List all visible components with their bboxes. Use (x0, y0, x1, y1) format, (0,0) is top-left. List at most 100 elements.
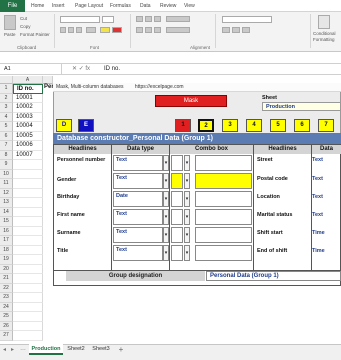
cell-a[interactable] (13, 321, 43, 331)
tab-insert[interactable]: Insert (52, 0, 65, 12)
button-1[interactable]: 1 (175, 119, 191, 132)
cell-a[interactable] (13, 236, 43, 246)
data-type-surname[interactable]: Text (113, 227, 163, 243)
button-7[interactable]: 7 (318, 119, 334, 132)
cell-a[interactable]: 10007 (13, 150, 43, 160)
row-header[interactable]: 11 (0, 179, 13, 189)
conditional-formatting-icon[interactable] (318, 15, 330, 29)
cell-a[interactable] (13, 274, 43, 284)
fill-color-icon[interactable] (100, 27, 110, 33)
row-header[interactable]: 25 (0, 312, 13, 322)
tab-formulas[interactable]: Formulas (110, 0, 131, 12)
row-header[interactable]: 19 (0, 255, 13, 265)
align-left-icon[interactable] (136, 27, 143, 33)
cell-a[interactable] (13, 312, 43, 322)
wrap-text-button[interactable] (166, 16, 190, 22)
percent-icon[interactable] (232, 27, 240, 33)
row-header[interactable]: 16 (0, 226, 13, 236)
cell-a[interactable]: 10003 (13, 112, 43, 122)
data-type-dropdown-arrow-icon[interactable]: ▾ (163, 227, 169, 243)
cell-a[interactable]: ID no. (13, 84, 43, 94)
row-header[interactable]: 10 (0, 169, 13, 179)
cell-a[interactable]: 10006 (13, 141, 43, 151)
row-header[interactable]: 14 (0, 207, 13, 217)
name-box[interactable]: A1 (2, 64, 62, 74)
copy-button[interactable]: Copy (20, 24, 31, 29)
data-type-dropdown-arrow-icon[interactable]: ▾ (163, 173, 169, 189)
row-header[interactable]: 3 (0, 103, 13, 113)
combo-entry[interactable] (195, 209, 252, 225)
data-type-shift-start[interactable]: Time (312, 230, 341, 236)
row-header[interactable]: 27 (0, 331, 13, 341)
add-sheet-button[interactable]: + (116, 344, 126, 355)
combo-dropdown-arrow-icon[interactable]: ▾ (184, 245, 190, 261)
button-d[interactable]: D (56, 119, 72, 132)
row-header[interactable]: 18 (0, 245, 13, 255)
cell-a[interactable] (13, 264, 43, 274)
data-type-marital-status[interactable]: Text (312, 212, 341, 218)
currency-icon[interactable] (222, 27, 230, 33)
row-header[interactable]: 17 (0, 236, 13, 246)
combo-checkbox[interactable] (171, 191, 183, 207)
row-header[interactable]: 21 (0, 274, 13, 284)
underline-icon[interactable] (76, 27, 82, 33)
row-header[interactable]: 6 (0, 131, 13, 141)
tab-review[interactable]: Review (160, 0, 176, 12)
cell-a[interactable] (13, 293, 43, 303)
row-header[interactable]: 2 (0, 93, 13, 103)
conditional-label[interactable]: Conditional (313, 31, 336, 36)
combo-checkbox[interactable] (171, 227, 183, 243)
cell-a[interactable] (13, 255, 43, 265)
number-format-dropdown[interactable] (222, 16, 272, 23)
row-header[interactable]: 13 (0, 198, 13, 208)
button-6[interactable]: 6 (294, 119, 310, 132)
combo-checkbox[interactable] (171, 155, 183, 171)
cell-a[interactable] (13, 331, 43, 341)
combo-entry[interactable] (195, 155, 252, 171)
row-header[interactable]: 26 (0, 321, 13, 331)
button-5[interactable]: 5 (270, 119, 286, 132)
sheet-tab-sheet2[interactable]: Sheet2 (64, 344, 88, 355)
row-header[interactable]: 9 (0, 160, 13, 170)
data-type-dropdown-arrow-icon[interactable]: ▾ (163, 155, 169, 171)
data-type-first-name[interactable]: Text (113, 209, 163, 225)
row-header[interactable]: 20 (0, 264, 13, 274)
bold-icon[interactable] (60, 27, 66, 33)
font-name-dropdown[interactable] (60, 16, 100, 23)
mask-button[interactable]: Mask (155, 95, 227, 107)
data-type-personnel-number[interactable]: Text (113, 155, 163, 171)
sheet-nav-left-icon[interactable]: ◂ (3, 346, 6, 353)
cell-a[interactable] (13, 283, 43, 293)
row-header[interactable]: 1 (0, 84, 13, 94)
sheet-tab-production[interactable]: Production (29, 344, 63, 355)
align-center-icon[interactable] (145, 27, 152, 33)
sheet-tab-sheet3[interactable]: Sheet3 (89, 344, 113, 355)
data-type-title[interactable]: Text (113, 245, 163, 261)
data-type-dropdown-arrow-icon[interactable]: ▾ (163, 245, 169, 261)
align-bottom-icon[interactable] (154, 16, 161, 22)
cell-a[interactable] (13, 160, 43, 170)
button-3[interactable]: 3 (222, 119, 238, 132)
data-type-dropdown-arrow-icon[interactable]: ▾ (163, 209, 169, 225)
cell-a[interactable] (13, 179, 43, 189)
italic-icon[interactable] (68, 27, 74, 33)
cell-a[interactable] (13, 198, 43, 208)
align-middle-icon[interactable] (145, 16, 152, 22)
cell-a[interactable]: 10005 (13, 131, 43, 141)
tab-data[interactable]: Data (140, 0, 151, 12)
sheet-nav-right-icon[interactable]: ▸ (11, 346, 14, 353)
data-type-street[interactable]: Text (312, 157, 341, 163)
cell-a[interactable] (13, 188, 43, 198)
combo-dropdown-arrow-icon[interactable]: ▾ (184, 227, 190, 243)
row-header[interactable]: 15 (0, 217, 13, 227)
tab-view[interactable]: View (184, 0, 195, 12)
align-right-icon[interactable] (154, 27, 161, 33)
data-type-dropdown-arrow-icon[interactable]: ▾ (163, 191, 169, 207)
cut-button[interactable]: Cut (20, 16, 27, 21)
cell-a[interactable] (13, 207, 43, 217)
button-4[interactable]: 4 (246, 119, 262, 132)
font-size-dropdown[interactable] (102, 16, 114, 23)
format-painter-button[interactable]: Format Painter (20, 32, 50, 37)
cell-a[interactable] (13, 302, 43, 312)
data-type-postal-code[interactable]: Text (312, 176, 341, 182)
